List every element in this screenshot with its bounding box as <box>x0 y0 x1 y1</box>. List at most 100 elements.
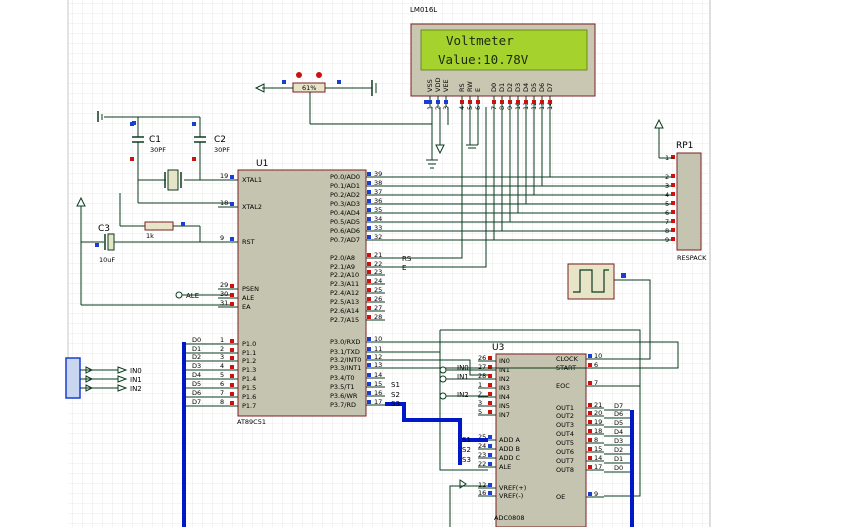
u1-right-pin-number: 23 <box>374 268 382 276</box>
p1-bus-label: D2 <box>192 353 201 361</box>
u1-left-pin-number: 4 <box>220 362 224 370</box>
s3-label: S3 <box>391 400 400 408</box>
u1-right-pin-name: P0.0/AD0 <box>330 173 360 181</box>
u3-pin-marker <box>588 492 592 496</box>
rp1-pin-marker <box>671 192 675 196</box>
rp1-pin-number: 2 <box>665 173 669 181</box>
u3-pin-marker <box>488 374 492 378</box>
u1-right-pin-number: 27 <box>374 304 382 312</box>
u1-left-pin-number: 7 <box>220 389 224 397</box>
u1-left-pin-number: 30 <box>220 290 228 298</box>
pot-red-dot-left <box>296 72 302 78</box>
rp1-pin-marker <box>671 210 675 214</box>
u3-left-pin-number: 12 <box>478 481 486 489</box>
lcd-pin-marker <box>516 100 520 104</box>
lcd-pin-marker <box>540 100 544 104</box>
rp1-pin-marker <box>671 237 675 241</box>
u1-pin-marker <box>230 175 234 179</box>
lcd-pin-number: 2 <box>434 106 442 110</box>
u3-pin-marker <box>488 435 492 439</box>
u3-left-pin-name: IN3 <box>499 384 510 392</box>
u3-pin-marker <box>588 363 592 367</box>
u3-pin-marker <box>488 392 492 396</box>
u1-pin-marker <box>367 217 371 221</box>
u3-left-pin-name: VREF(-) <box>499 492 523 500</box>
u3-right-pin-number: 21 <box>594 401 602 409</box>
u1-pin-marker <box>230 339 234 343</box>
u1-pin-marker <box>367 297 371 301</box>
input-label: IN1 <box>130 376 142 384</box>
u3-left-pin-name: ALE <box>499 463 511 471</box>
u1-right-pin-name: P2.2/A10 <box>330 271 359 279</box>
u1-left-pin-number: 2 <box>220 345 224 353</box>
lcd-pin-marker <box>524 100 528 104</box>
lcd-pin-label: D0 <box>490 83 498 92</box>
u1-left-pin-name: P1.7 <box>242 402 256 410</box>
u3-left-pin-name: IN0 <box>499 357 510 365</box>
u3-pin-marker <box>488 410 492 414</box>
u3-left-pin-name: ADD B <box>499 445 520 453</box>
u3-right-pin-number: 7 <box>594 379 598 387</box>
u1-left-pin-number: 29 <box>220 281 228 289</box>
u3-pin-marker <box>588 465 592 469</box>
u3-s1-label: S1 <box>462 436 471 444</box>
u1-right-pin-name: P3.7/RD <box>330 401 356 409</box>
u1-right-pin-number: 25 <box>374 286 382 294</box>
rp1-pin-marker <box>671 201 675 205</box>
rs-net-label: RS <box>402 255 412 263</box>
rp1-pin-marker <box>671 174 675 178</box>
u1-pin-marker <box>367 199 371 203</box>
u3-pin-marker <box>588 456 592 460</box>
u3-left-pin-name: IN1 <box>499 366 510 374</box>
u1-right-pin-name: P2.7/A15 <box>330 316 359 324</box>
u1-pin-marker <box>367 253 371 257</box>
rp1-pin-number: 5 <box>665 200 669 208</box>
u3-pin-marker <box>588 354 592 358</box>
p1-bus-label: D7 <box>192 398 201 406</box>
u3-pin-marker <box>588 403 592 407</box>
u3-left-pin-name: IN2 <box>499 375 510 383</box>
u1-right-pin-number: 36 <box>374 197 382 205</box>
u1-right-pin-name: P2.1/A9 <box>330 263 355 271</box>
lcd-pin-marker <box>460 100 464 104</box>
rp1-ref: RP1 <box>676 141 693 151</box>
u3-right-pin-number: 15 <box>594 445 602 453</box>
u1-left-pin-name: PSEN <box>242 285 259 293</box>
u3-right-pin-name: OUT7 <box>556 457 574 465</box>
u1-right-pin-number: 26 <box>374 295 382 303</box>
u1-left-pin-name: P1.2 <box>242 357 256 365</box>
input-label: IN0 <box>130 367 142 375</box>
resistor[interactable] <box>144 221 174 231</box>
c3-value: 10uF <box>99 256 115 264</box>
u3-bus-label: D4 <box>614 428 623 436</box>
u1-right-pin-name: P3.5/T1 <box>330 383 355 391</box>
c2-value: 30PF <box>214 146 230 154</box>
e-net-label: E <box>402 264 406 272</box>
u3-pin-marker <box>588 447 592 451</box>
lcd-pin-marker <box>476 100 480 104</box>
u1-pin-marker <box>230 202 234 206</box>
u3-left-pin-number: 5 <box>478 408 482 416</box>
u1-right-pin-number: 10 <box>374 335 382 343</box>
u1-right-pin-name: P0.6/AD6 <box>330 227 360 235</box>
p1-bus-label: D3 <box>192 362 201 370</box>
u1-left-pin-name: P1.1 <box>242 349 256 357</box>
u1-pin-marker <box>367 181 371 185</box>
u1-right-pin-number: 37 <box>374 188 382 196</box>
u1-pin-marker <box>367 306 371 310</box>
u1-right-pin-number: 16 <box>374 389 382 397</box>
crystal[interactable] <box>167 169 179 191</box>
u3-pin-marker <box>588 438 592 442</box>
u1-pin-marker <box>230 401 234 405</box>
lcd-line-2: Value:10.78V <box>438 52 529 67</box>
u3-bus-label: D0 <box>614 464 623 472</box>
u3-pin-marker <box>488 491 492 495</box>
u1-right-pin-name: P2.0/A8 <box>330 254 355 262</box>
lcd-pin-marker <box>444 100 448 104</box>
lcd-part-label: LM016L <box>410 6 437 14</box>
u1-right-pin-number: 33 <box>374 224 382 232</box>
u1-pin-marker <box>230 356 234 360</box>
u1-pin-marker <box>230 302 234 306</box>
u3-pin-marker <box>588 420 592 424</box>
u3-pin-marker <box>588 381 592 385</box>
